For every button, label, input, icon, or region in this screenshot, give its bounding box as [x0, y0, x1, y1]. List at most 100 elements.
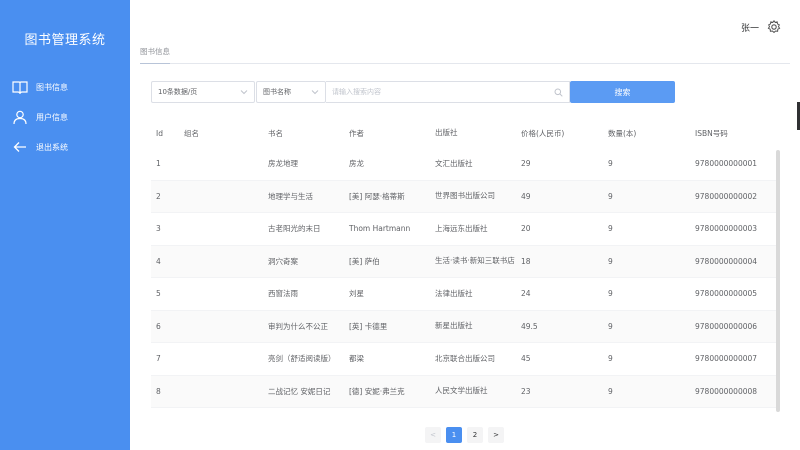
cell-qty: 9 [608, 354, 613, 364]
cell-price: 18 [521, 256, 531, 266]
col-header-author[interactable]: 作者 [349, 128, 435, 139]
book-icon [12, 79, 28, 95]
table-row[interactable]: 3 古老阳光的末日 Thom Hartmann 上海远东出版社 20 9 978… [151, 213, 776, 246]
cell-publisher: 文汇出版社 [435, 158, 473, 168]
chevron-down-icon [311, 88, 319, 96]
cell-id: 4 [156, 256, 161, 266]
next-page-button[interactable]: > [488, 427, 504, 443]
pagination: < 1 2 > [425, 427, 509, 443]
sidebar-item-logout[interactable]: 退出系统 [12, 136, 68, 158]
cell-name: 二战记忆 安妮日记 [268, 386, 331, 396]
search-placeholder: 请输入搜索内容 [332, 88, 381, 96]
cell-name: 地理学与生活 [268, 191, 313, 201]
table-scrollbar[interactable] [776, 150, 780, 412]
cell-price: 23 [521, 386, 531, 396]
cell-name: 审判为什么不公正 [268, 321, 328, 331]
cell-id: 3 [156, 224, 161, 234]
cell-author: [英] 卡德里 [349, 321, 388, 331]
cell-price: 45 [521, 354, 531, 364]
cell-author: 刘星 [349, 289, 364, 299]
tab-book-info[interactable]: 图书信息 [140, 46, 170, 64]
cell-publisher: 世界图书出版公司 [435, 191, 495, 201]
app-title: 图书管理系统 [24, 33, 106, 48]
cell-author: [美] 萨伯 [349, 256, 380, 266]
table-row[interactable]: 2 地理学与生活 [美] 阿瑟·格蒂斯 世界图书出版公司 49 9 978000… [151, 180, 776, 213]
col-header-group[interactable]: 组名 [178, 128, 263, 139]
table-row[interactable]: 4 洞穴奇案 [美] 萨伯 生活·读书·新知三联书店 18 9 97800000… [151, 245, 776, 278]
cell-author: Thom Hartmann [349, 224, 411, 234]
cell-id: 8 [156, 386, 161, 396]
sidebar-item-label: 图书信息 [36, 82, 68, 92]
cell-publisher: 北京联合出版公司 [435, 353, 495, 363]
cell-price: 24 [521, 289, 531, 299]
cell-qty: 9 [608, 191, 613, 201]
search-field-value: 图书名称 [263, 88, 291, 96]
page-button-2[interactable]: 2 [467, 427, 483, 443]
search-bar: 10条数据/页 图书名称 请输入搜索内容 搜索 [151, 81, 675, 103]
cell-name: 西窗法雨 [268, 289, 298, 299]
sidebar-item-users[interactable]: 用户信息 [12, 106, 68, 128]
cell-isbn: 9780000000003 [695, 224, 758, 234]
search-field-select[interactable]: 图书名称 [256, 81, 326, 103]
cell-isbn: 9780000000002 [695, 191, 758, 201]
cell-publisher: 法律出版社 [435, 288, 473, 298]
arrow-left-icon [12, 139, 28, 155]
cell-name: 亮剑（舒适阅读版） [268, 354, 336, 364]
cell-qty: 9 [608, 386, 613, 396]
cell-price: 29 [521, 159, 531, 169]
cell-name: 古老阳光的末日 [268, 224, 321, 234]
cell-isbn: 9780000000005 [695, 289, 758, 299]
cell-publisher: 人民文学出版社 [435, 386, 488, 396]
cell-author: 房龙 [349, 159, 364, 169]
col-header-isbn[interactable]: ISBN号码 [695, 128, 775, 139]
cell-qty: 9 [608, 289, 613, 299]
cell-author: 都梁 [349, 354, 364, 364]
col-header-name[interactable]: 书名 [263, 128, 349, 139]
cell-price: 49 [521, 191, 531, 201]
cell-qty: 9 [608, 159, 613, 169]
search-button[interactable]: 搜索 [570, 81, 675, 103]
table-header: Id 组名 书名 作者 出版社 价格(人民币) 数量(本) ISBN号码 [151, 118, 776, 148]
cell-isbn: 9780000000006 [695, 321, 758, 331]
sidebar-item-label: 用户信息 [36, 112, 68, 122]
cell-qty: 9 [608, 321, 613, 331]
cell-id: 7 [156, 354, 161, 364]
sidebar-item-books[interactable]: 图书信息 [12, 76, 68, 98]
table-row[interactable]: 8 二战记忆 安妮日记 [德] 安妮·弗兰克 人民文学出版社 23 9 9780… [151, 375, 776, 408]
cell-isbn: 9780000000008 [695, 386, 758, 396]
col-header-qty[interactable]: 数量(本) [608, 128, 695, 139]
cell-publisher: 新星出版社 [435, 321, 473, 331]
page-button-1[interactable]: 1 [446, 427, 462, 443]
cell-publisher: 上海远东出版社 [435, 223, 488, 233]
col-header-id[interactable]: Id [151, 129, 178, 138]
cell-price: 20 [521, 224, 531, 234]
search-input[interactable]: 请输入搜索内容 [326, 81, 570, 103]
cell-isbn: 9780000000001 [695, 159, 758, 169]
page-size-value: 10条数据/页 [158, 88, 198, 96]
cell-name: 房龙地理 [268, 159, 298, 169]
col-header-price[interactable]: 价格(人民币) [521, 128, 608, 139]
user-icon [12, 109, 28, 125]
cell-id: 2 [156, 191, 161, 201]
table-row[interactable]: 7 亮剑（舒适阅读版） 都梁 北京联合出版公司 45 9 97800000000… [151, 343, 776, 376]
gear-icon[interactable] [767, 19, 781, 34]
sidebar: 图书管理系统 图书信息 用户信息 退出系统 [0, 0, 130, 450]
page-size-select[interactable]: 10条数据/页 [151, 81, 255, 103]
cell-isbn: 9780000000007 [695, 354, 758, 364]
tab-bar: 图书信息 [140, 42, 790, 64]
table-row[interactable]: 5 西窗法雨 刘星 法律出版社 24 9 9780000000005 [151, 278, 776, 311]
username[interactable]: 张一 [741, 21, 759, 34]
cell-id: 6 [156, 321, 161, 331]
cell-isbn: 9780000000004 [695, 256, 758, 266]
prev-page-button[interactable]: < [425, 427, 441, 443]
cell-publisher: 生活·读书·新知三联书店 [435, 256, 515, 266]
col-header-publisher[interactable]: 出版社 [435, 127, 521, 139]
cell-qty: 9 [608, 224, 613, 234]
table-row[interactable]: 1 房龙地理 房龙 文汇出版社 29 9 9780000000001 [151, 148, 776, 181]
table-row[interactable]: 6 审判为什么不公正 [英] 卡德里 新星出版社 49.5 9 97800000… [151, 310, 776, 343]
cell-id: 1 [156, 159, 161, 169]
cell-author: [德] 安妮·弗兰克 [349, 386, 405, 396]
cell-id: 5 [156, 289, 161, 299]
books-table: Id 组名 书名 作者 出版社 价格(人民币) 数量(本) ISBN号码 1 房… [151, 118, 776, 408]
cell-qty: 9 [608, 256, 613, 266]
